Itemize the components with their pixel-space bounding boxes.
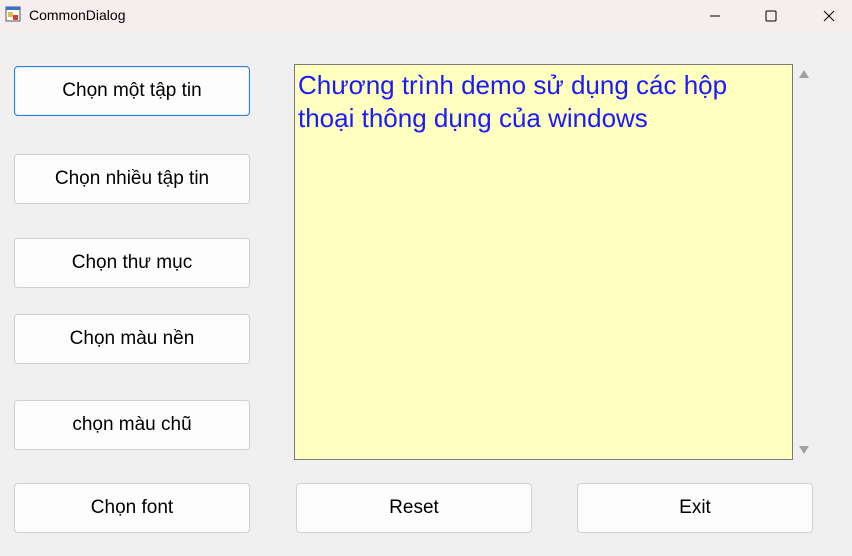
maximize-icon <box>765 10 777 22</box>
choose-background-color-button[interactable]: Chọn màu nền <box>14 314 250 364</box>
title-bar: CommonDialog <box>0 0 852 31</box>
minimize-button[interactable] <box>692 0 738 31</box>
exit-button[interactable]: Exit <box>577 483 813 533</box>
choose-multiple-files-button[interactable]: Chọn nhiều tập tin <box>14 154 250 204</box>
minimize-icon <box>709 10 721 22</box>
scroll-down-arrow-icon[interactable] <box>798 444 810 456</box>
choose-folder-button[interactable]: Chọn thư mục <box>14 238 250 288</box>
choose-text-color-button[interactable]: chọn màu chũ <box>14 400 250 450</box>
app-window-icon <box>5 6 21 22</box>
textbox-scrollbar[interactable] <box>795 64 813 460</box>
close-icon <box>823 10 835 22</box>
demo-textbox[interactable]: Chương trình demo sử dụng các hộp thoại … <box>294 64 793 460</box>
window-title: CommonDialog <box>29 7 126 23</box>
scroll-up-arrow-icon[interactable] <box>798 68 810 80</box>
reset-button[interactable]: Reset <box>296 483 532 533</box>
maximize-button[interactable] <box>748 0 794 31</box>
choose-file-button[interactable]: Chọn một tập tin <box>14 66 250 116</box>
choose-font-button[interactable]: Chọn font <box>14 483 250 533</box>
close-button[interactable] <box>806 0 852 31</box>
